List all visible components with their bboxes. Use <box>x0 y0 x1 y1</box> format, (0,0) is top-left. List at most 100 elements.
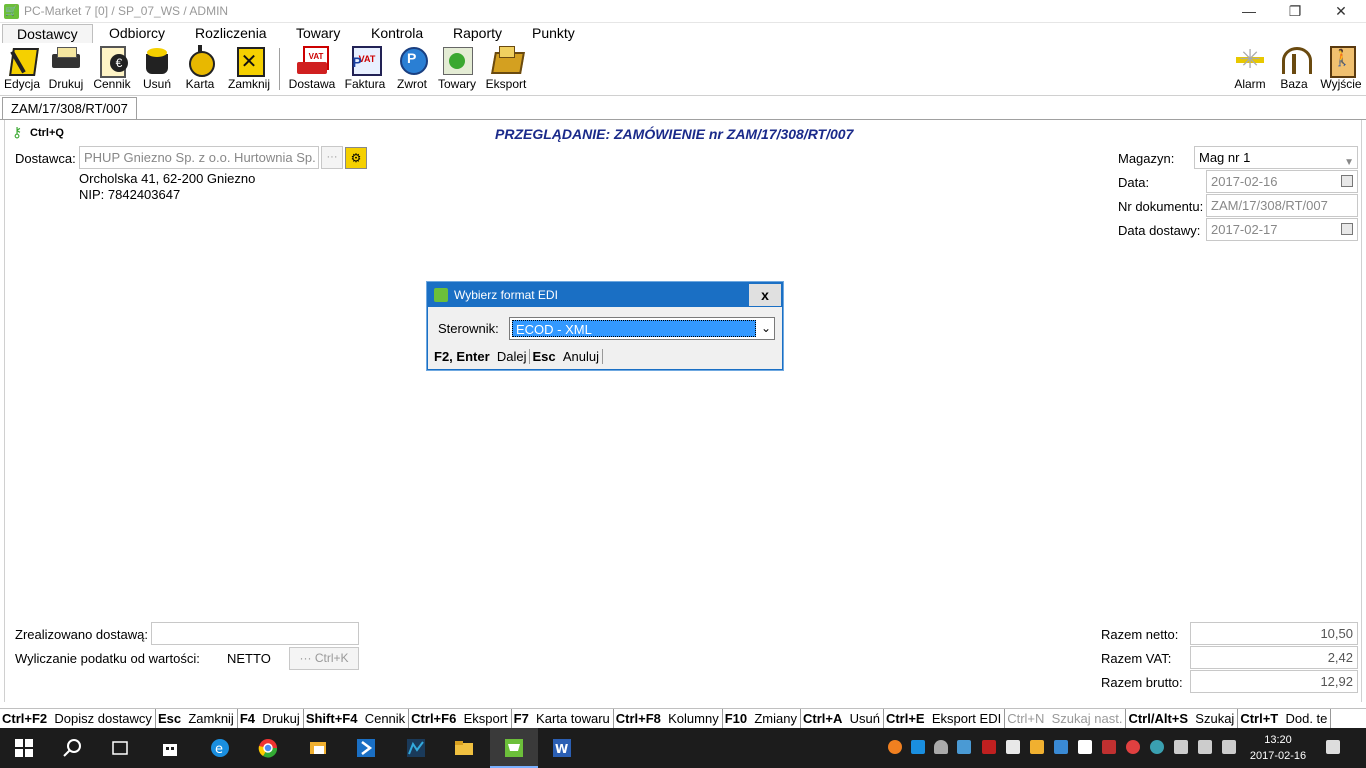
tray-icon-volume[interactable] <box>1222 740 1236 754</box>
card-button[interactable]: Karta <box>181 44 219 94</box>
close-window-button[interactable]: ✕ <box>1318 0 1364 23</box>
store-button[interactable] <box>146 728 194 768</box>
tray-icon-network-app[interactable] <box>957 740 971 754</box>
word-button[interactable]: W <box>538 728 586 768</box>
exit-door-icon <box>1324 44 1358 78</box>
file-explorer-button[interactable] <box>440 728 488 768</box>
shortcut-product-card[interactable]: F7 Karta towaru <box>512 709 614 728</box>
exit-button[interactable]: Wyjście <box>1318 44 1364 94</box>
shortcut-add-more[interactable]: Ctrl+T Dod. te <box>1238 709 1332 728</box>
edi-format-dialog: Wybierz format EDI x Sterownik: ECOD - X… <box>427 282 783 370</box>
dialog-close-button[interactable]: x <box>748 283 782 307</box>
next-button[interactable]: F2, Enter Dalej <box>432 349 531 364</box>
pencil-icon <box>5 44 39 76</box>
card-icon <box>183 44 217 77</box>
edge-button[interactable]: e <box>196 728 244 768</box>
tray-icon-wifi[interactable] <box>1198 740 1212 754</box>
close-icon <box>232 44 266 77</box>
dialog-title: Wybierz format EDI <box>428 283 782 307</box>
menu-rozliczenia[interactable]: Rozliczenia <box>195 25 267 43</box>
tray-icon-battery[interactable] <box>1174 740 1188 754</box>
start-button[interactable] <box>0 728 48 768</box>
realized-field[interactable] <box>151 622 359 645</box>
return-icon <box>395 44 429 76</box>
menu-dostawcy[interactable]: Dostawcy <box>2 24 93 44</box>
menu-towary[interactable]: Towary <box>296 25 340 43</box>
tax-calc-button[interactable]: ··· Ctrl+K <box>289 647 359 670</box>
menu-odbiorcy[interactable]: Odbiorcy <box>109 25 165 43</box>
menu-raporty[interactable]: Raporty <box>453 25 502 43</box>
tray-icon-star[interactable] <box>1126 740 1140 754</box>
supplier-lookup-button[interactable]: ⚙ <box>345 147 367 169</box>
shortcut-search[interactable]: Ctrl/Alt+S Szukaj <box>1126 709 1239 728</box>
tray-icon-pdf[interactable] <box>982 740 996 754</box>
print-button[interactable]: Drukuj <box>45 44 87 94</box>
minimize-button[interactable]: — <box>1226 0 1272 23</box>
tray-icon-check[interactable] <box>1078 740 1092 754</box>
document-tab[interactable]: ZAM/17/308/RT/007 <box>2 97 137 120</box>
menu-kontrola[interactable]: Kontrola <box>371 25 423 43</box>
app-button-2[interactable] <box>342 728 390 768</box>
taskbar-clock[interactable]: 13:20 2017-02-16 <box>1248 732 1308 764</box>
tax-calc-label: Wyliczanie podatku od wartości: <box>15 651 200 666</box>
shortcut-find-next[interactable]: Ctrl+N Szukaj nast. <box>1005 709 1127 728</box>
notifications-icon[interactable] <box>1326 740 1340 754</box>
calendar-icon[interactable] <box>1341 175 1353 187</box>
export-icon <box>489 44 523 76</box>
supplier-ellipsis-button[interactable]: ··· <box>321 146 343 169</box>
doc-number-field[interactable]: ZAM/17/308/RT/007 <box>1206 194 1358 217</box>
app-button-1[interactable] <box>294 728 342 768</box>
tray-icon-mail[interactable] <box>1006 740 1020 754</box>
tray-icon-cloud[interactable] <box>934 740 948 754</box>
delete-button[interactable]: Usuń <box>138 44 176 94</box>
net-total-label: Razem netto: <box>1101 627 1179 642</box>
app-cart-icon <box>434 288 448 302</box>
return-button[interactable]: Zwrot <box>393 44 431 94</box>
tray-icon-shield[interactable] <box>1150 740 1164 754</box>
key-icon: ⚷ <box>12 124 23 140</box>
delivery-button[interactable]: Dostawa <box>286 44 338 94</box>
pc-market-taskbar-button[interactable] <box>490 728 538 768</box>
tray-icon-app[interactable] <box>911 740 925 754</box>
shortcut-price-list[interactable]: Shift+F4 Cennik <box>304 709 410 728</box>
shortcut-add-supplier[interactable]: Ctrl+F2 Dopisz dostawcy <box>0 709 156 728</box>
cancel-button[interactable]: Esc Anuluj <box>530 349 603 364</box>
calendar-icon[interactable] <box>1341 223 1353 235</box>
goods-button[interactable]: Towary <box>436 44 478 94</box>
toolbar: Edycja Drukuj Cennik Usuń Karta Zamknij … <box>0 43 1366 96</box>
tray-icon-x[interactable] <box>1102 740 1116 754</box>
delivery-date-field[interactable]: 2017-02-17 <box>1206 218 1358 241</box>
export-button[interactable]: Eksport <box>483 44 529 94</box>
alarm-button[interactable]: Alarm <box>1231 44 1269 94</box>
menu-punkty[interactable]: Punkty <box>532 25 575 43</box>
driver-select[interactable]: ECOD - XML ⌄ <box>509 317 775 340</box>
toolbar-separator <box>279 48 280 90</box>
windows-logo-icon <box>15 739 33 757</box>
app-cart-icon: 🛒 <box>4 4 19 19</box>
restore-button[interactable]: ❐ <box>1272 0 1318 23</box>
price-list-button[interactable]: Cennik <box>90 44 134 94</box>
app-button-3[interactable] <box>392 728 440 768</box>
chevron-down-icon[interactable]: ⌄ <box>761 321 771 335</box>
shortcut-changes[interactable]: F10 Zmiany <box>723 709 801 728</box>
tray-icon-o[interactable] <box>1030 740 1044 754</box>
warehouse-select[interactable]: Mag nr 1 ▼ <box>1194 146 1358 169</box>
task-view-button[interactable] <box>96 728 144 768</box>
supplier-field[interactable]: PHUP Gniezno Sp. z o.o. Hurtownia Sp. <box>79 146 319 169</box>
shortcut-columns[interactable]: Ctrl+F8 Kolumny <box>614 709 723 728</box>
search-button[interactable] <box>48 728 96 768</box>
tray-icon-monitor[interactable] <box>1054 740 1068 754</box>
date-field[interactable]: 2017-02-16 <box>1206 170 1358 193</box>
shortcut-close[interactable]: Esc Zamknij <box>156 709 238 728</box>
invoice-button[interactable]: Faktura <box>342 44 388 94</box>
shortcut-print[interactable]: F4 Drukuj <box>238 709 304 728</box>
shortcut-delete[interactable]: Ctrl+A Usuń <box>801 709 884 728</box>
edit-button[interactable]: Edycja <box>2 44 42 94</box>
close-doc-button[interactable]: Zamknij <box>225 44 273 94</box>
database-button[interactable]: Baza <box>1276 44 1312 94</box>
shortcut-export[interactable]: Ctrl+F6 Eksport <box>409 709 512 728</box>
shortcut-edi-export[interactable]: Ctrl+E Eksport EDI <box>884 709 1006 728</box>
tray-icon-flame[interactable] <box>888 740 902 754</box>
chrome-button[interactable] <box>244 728 292 768</box>
search-icon <box>63 739 81 757</box>
